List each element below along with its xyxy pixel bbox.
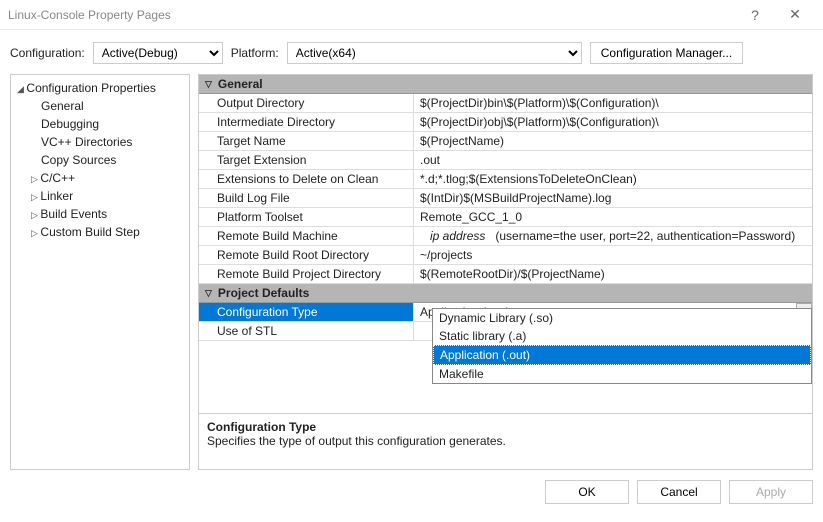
config-row: Configuration: Active(Debug) Platform: A…: [0, 30, 823, 74]
prop-row: Build Log File$(IntDir)$(MSBuildProjectN…: [199, 189, 812, 208]
dialog-buttons: OK Cancel Apply: [0, 470, 823, 514]
dropdown-item[interactable]: Dynamic Library (.so): [433, 309, 811, 327]
tree-item-build-events[interactable]: Build Events: [11, 205, 189, 223]
prop-value[interactable]: $(ProjectDir)obj\$(Platform)\$(Configura…: [414, 113, 812, 131]
prop-value[interactable]: Remote_GCC_1_0: [414, 208, 812, 226]
prop-row: Platform ToolsetRemote_GCC_1_0: [199, 208, 812, 227]
tree-item-copy-sources[interactable]: Copy Sources: [11, 151, 189, 169]
close-icon[interactable]: ✕: [775, 6, 815, 23]
description-text: Specifies the type of output this config…: [207, 434, 804, 448]
prop-value[interactable]: .out: [414, 151, 812, 169]
tree-item-custom-build[interactable]: Custom Build Step: [11, 223, 189, 241]
tree-item-vcdirs[interactable]: VC++ Directories: [11, 133, 189, 151]
tree-item-debugging[interactable]: Debugging: [11, 115, 189, 133]
config-tree[interactable]: Configuration Properties General Debuggi…: [10, 74, 190, 470]
prop-row: Target Extension.out: [199, 151, 812, 170]
prop-row: Target Name$(ProjectName): [199, 132, 812, 151]
prop-label: Intermediate Directory: [199, 113, 414, 131]
cancel-button[interactable]: Cancel: [637, 480, 721, 504]
prop-value[interactable]: $(ProjectDir)bin\$(Platform)\$(Configura…: [414, 94, 812, 112]
description-title: Configuration Type: [207, 420, 804, 434]
platform-select[interactable]: Active(x64): [287, 42, 582, 64]
chevron-down-icon: ▽: [205, 79, 212, 90]
dropdown-item-selected[interactable]: Application (.out): [433, 345, 811, 365]
prop-label: Output Directory: [199, 94, 414, 112]
prop-value[interactable]: $(IntDir)$(MSBuildProjectName).log: [414, 189, 812, 207]
prop-label: Remote Build Root Directory: [199, 246, 414, 264]
tree-item-ccpp[interactable]: C/C++: [11, 169, 189, 187]
prop-value[interactable]: $(ProjectName): [414, 132, 812, 150]
prop-label: Extensions to Delete on Clean: [199, 170, 414, 188]
tree-root[interactable]: Configuration Properties: [11, 79, 189, 97]
prop-label: Configuration Type: [199, 303, 414, 321]
prop-label: Remote Build Project Directory: [199, 265, 414, 283]
prop-label: Remote Build Machine: [199, 227, 414, 245]
main-area: Configuration Properties General Debuggi…: [0, 74, 823, 470]
prop-label: Target Extension: [199, 151, 414, 169]
property-grid: ▽ General Output Directory$(ProjectDir)b…: [199, 75, 812, 413]
chevron-down-icon: ▽: [205, 288, 212, 299]
tree-item-general[interactable]: General: [11, 97, 189, 115]
prop-value[interactable]: $(RemoteRootDir)/$(ProjectName): [414, 265, 812, 283]
prop-label: Use of STL: [199, 322, 414, 340]
section-general[interactable]: ▽ General: [199, 75, 812, 94]
prop-row: Remote Build Root Directory~/projects: [199, 246, 812, 265]
property-grid-panel: ▽ General Output Directory$(ProjectDir)b…: [198, 74, 813, 470]
prop-label: Target Name: [199, 132, 414, 150]
prop-value[interactable]: *.d;*.tlog;$(ExtensionsToDeleteOnClean): [414, 170, 812, 188]
platform-label: Platform:: [231, 46, 279, 60]
config-type-dropdown[interactable]: Dynamic Library (.so) Static library (.a…: [432, 308, 812, 384]
configuration-label: Configuration:: [10, 46, 85, 60]
prop-label: Platform Toolset: [199, 208, 414, 226]
prop-row: Remote Build Project Directory$(RemoteRo…: [199, 265, 812, 284]
prop-value[interactable]: ~/projects: [414, 246, 812, 264]
prop-row-remote-machine: Remote Build Machineip address(username=…: [199, 227, 812, 246]
prop-label: Build Log File: [199, 189, 414, 207]
dropdown-item[interactable]: Static library (.a): [433, 327, 811, 345]
prop-row: Output Directory$(ProjectDir)bin\$(Platf…: [199, 94, 812, 113]
dropdown-item[interactable]: Makefile: [433, 365, 811, 383]
window-title: Linux-Console Property Pages: [8, 8, 735, 22]
ok-button[interactable]: OK: [545, 480, 629, 504]
help-icon[interactable]: ?: [735, 7, 775, 23]
titlebar: Linux-Console Property Pages ? ✕: [0, 0, 823, 30]
apply-button[interactable]: Apply: [729, 480, 813, 504]
section-project-defaults[interactable]: ▽ Project Defaults: [199, 284, 812, 303]
prop-value[interactable]: ip address(username=the user, port=22, a…: [414, 227, 812, 245]
prop-row: Extensions to Delete on Clean*.d;*.tlog;…: [199, 170, 812, 189]
configuration-select[interactable]: Active(Debug): [93, 42, 223, 64]
prop-row: Intermediate Directory$(ProjectDir)obj\$…: [199, 113, 812, 132]
tree-item-linker[interactable]: Linker: [11, 187, 189, 205]
description-panel: Configuration Type Specifies the type of…: [199, 413, 812, 469]
configuration-manager-button[interactable]: Configuration Manager...: [590, 42, 743, 64]
